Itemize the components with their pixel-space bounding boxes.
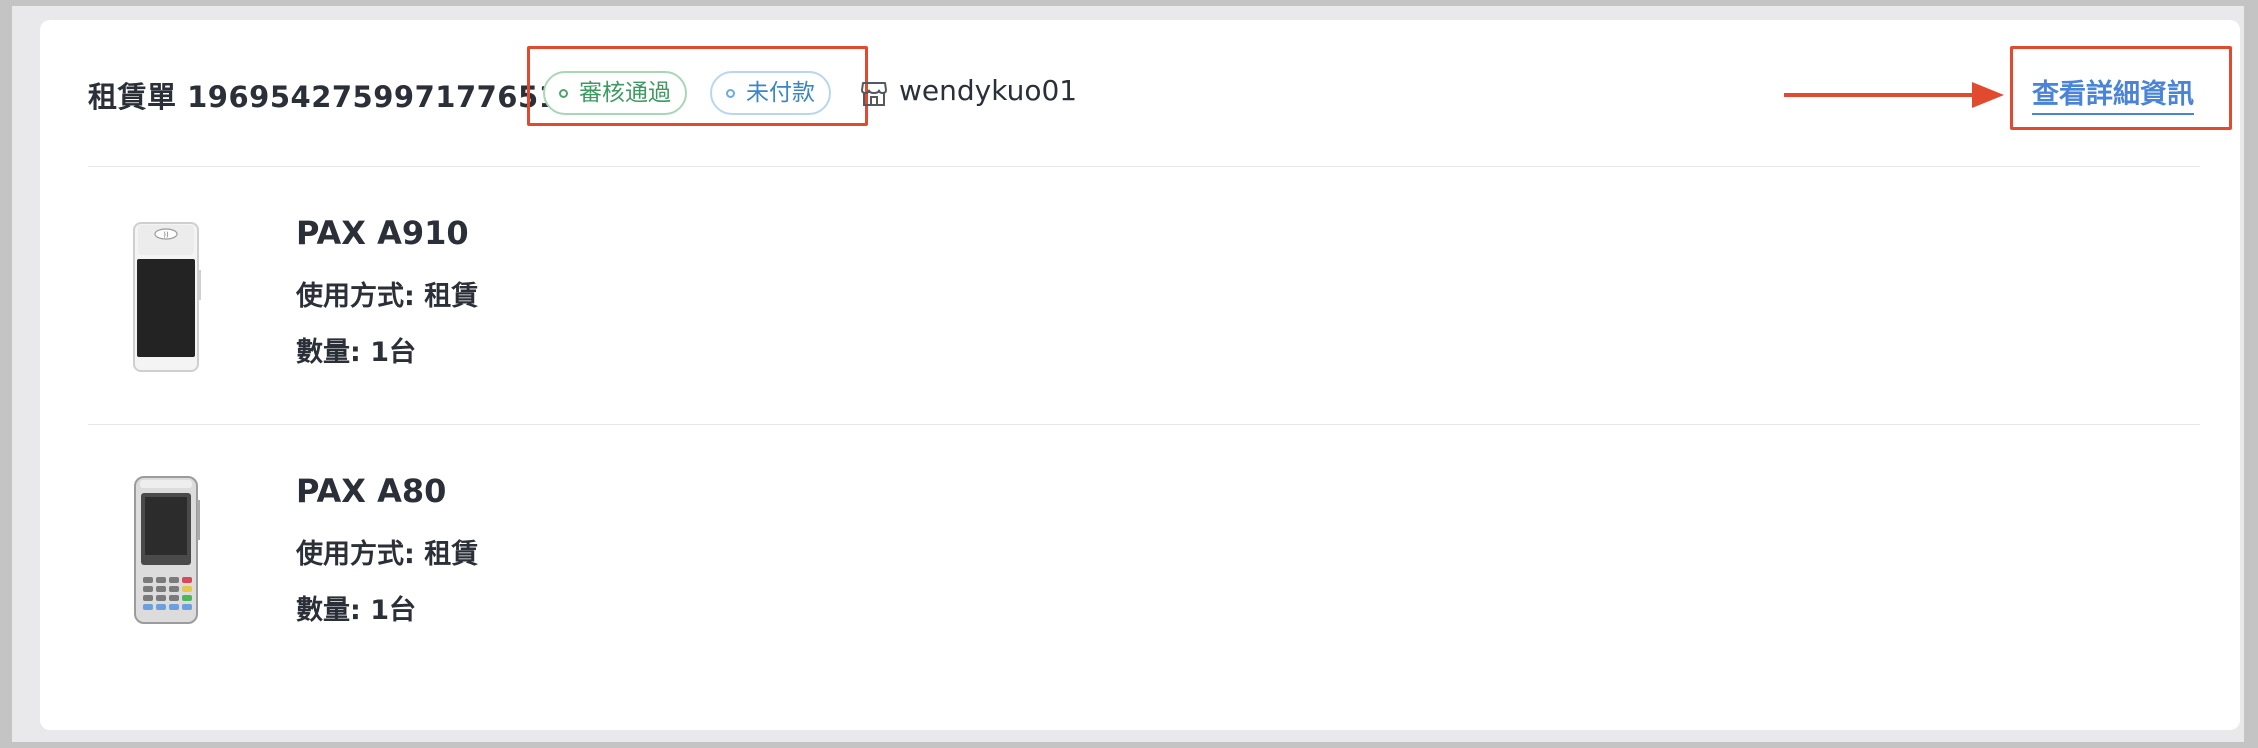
view-details-link[interactable]: 查看詳細資訊 bbox=[2032, 72, 2194, 115]
annotation-arrow-icon bbox=[1784, 82, 2004, 108]
pax-a910-device-image: )) bbox=[133, 222, 201, 372]
order-label-text: 租賃單 bbox=[88, 80, 177, 114]
product-name: PAX A80 bbox=[296, 472, 447, 510]
status-dot-icon bbox=[559, 89, 568, 98]
svg-text:)): )) bbox=[163, 231, 169, 239]
status-badge-label: 未付款 bbox=[746, 80, 815, 106]
order-title: 租賃單 1969542759971776512 bbox=[88, 74, 580, 116]
order-header: 租賃單 1969542759971776512 審核通過 未付款 wendyku… bbox=[40, 20, 2240, 166]
pax-a80-device-image bbox=[134, 476, 200, 624]
quantity: 數量: 1台 bbox=[296, 337, 416, 368]
usage-method: 使用方式: 租賃 bbox=[296, 539, 479, 570]
status-dot-icon bbox=[726, 89, 735, 98]
store-username: wendykuo01 bbox=[899, 74, 1078, 107]
store-icon bbox=[861, 82, 887, 106]
page-background: 租賃單 1969542759971776512 審核通過 未付款 wendyku… bbox=[12, 6, 2244, 742]
status-badge-unpaid: 未付款 bbox=[710, 71, 831, 115]
product-name: PAX A910 bbox=[296, 214, 469, 252]
list-item: PAX A80 使用方式: 租賃 數量: 1台 bbox=[40, 425, 2240, 683]
usage-method: 使用方式: 租賃 bbox=[296, 281, 479, 312]
order-number: 1969542759971776512 bbox=[187, 80, 581, 114]
status-badge-approved: 審核通過 bbox=[543, 71, 687, 115]
window-frame: 租賃單 1969542759971776512 審核通過 未付款 wendyku… bbox=[0, 0, 2258, 748]
quantity: 數量: 1台 bbox=[296, 595, 416, 626]
rental-order-card: 租賃單 1969542759971776512 審核通過 未付款 wendyku… bbox=[40, 20, 2240, 730]
list-item: )) PAX A910 使用方式: 租賃 數量: 1台 bbox=[40, 167, 2240, 425]
status-badge-label: 審核通過 bbox=[579, 80, 671, 106]
